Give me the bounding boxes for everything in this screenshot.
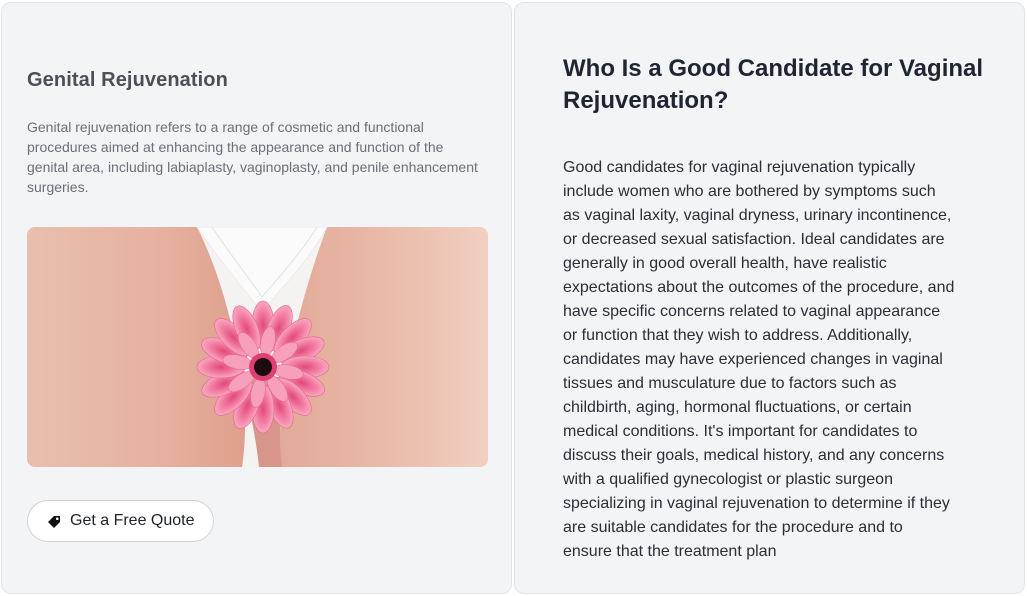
quote-button-label: Get a Free Quote — [70, 512, 195, 529]
tag-icon — [46, 513, 62, 529]
pink-gerbera-flower-photo — [27, 227, 488, 467]
card-description: Genital rejuvenation refers to a range o… — [27, 119, 478, 195]
card-title: Genital Rejuvenation — [27, 69, 228, 91]
genital-rejuvenation-card: Genital Rejuvenation Genital rejuvenatio… — [1, 2, 512, 594]
get-free-quote-button[interactable]: Get a Free Quote — [27, 500, 214, 542]
section-heading: Who Is a Good Candidate for Vaginal Reju… — [563, 55, 984, 114]
section-body-text: Good candidates for vaginal rejuvenation… — [563, 159, 955, 560]
procedure-image — [27, 227, 488, 467]
candidate-info-card: Who Is a Good Candidate for Vaginal Reju… — [514, 2, 1025, 594]
page: Genital Rejuvenation Genital rejuvenatio… — [0, 0, 1027, 596]
